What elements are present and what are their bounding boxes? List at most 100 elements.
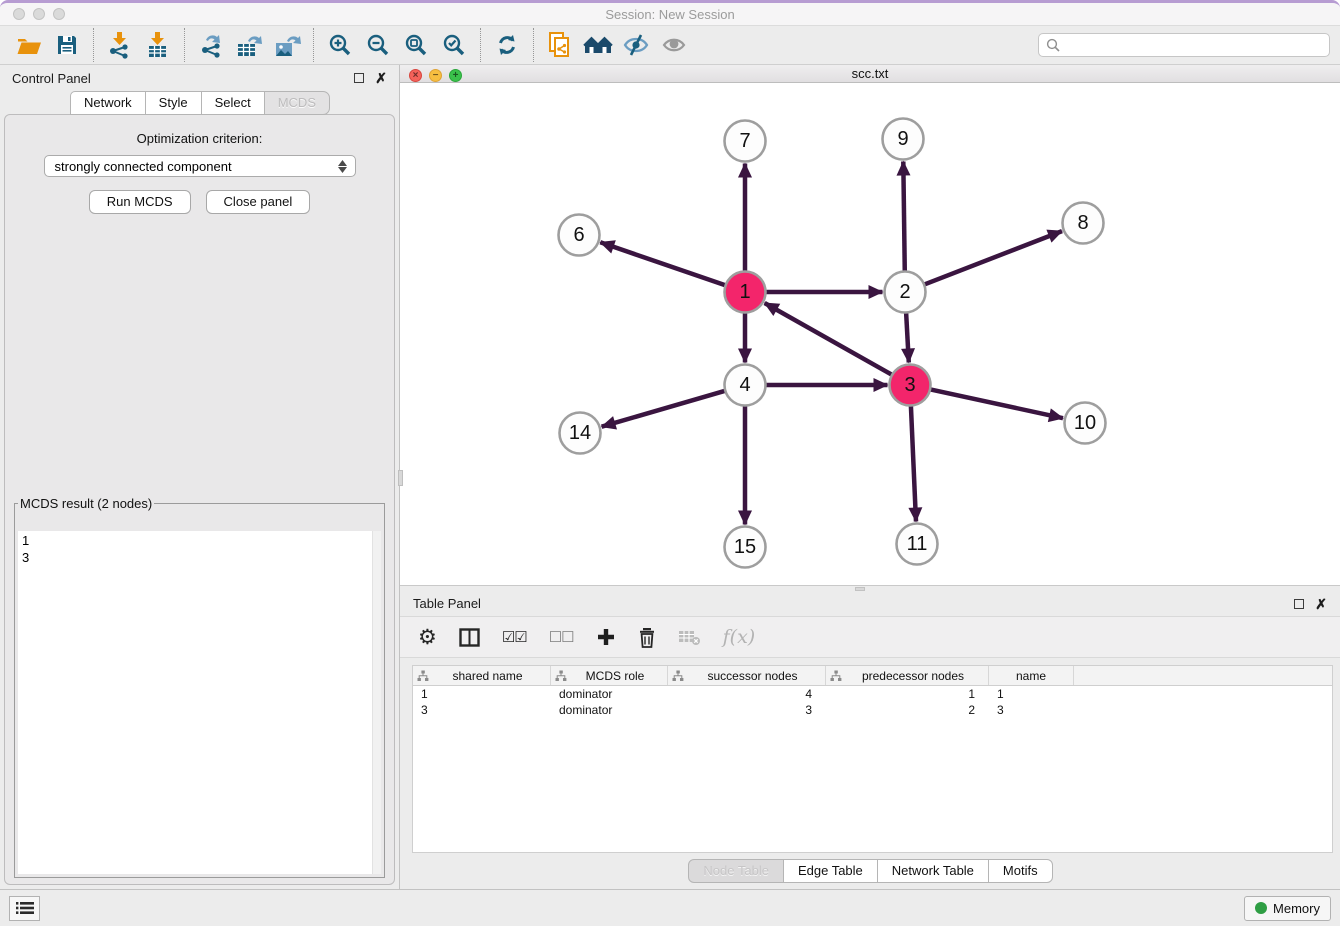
network-minimize-button[interactable]: − bbox=[429, 69, 442, 82]
graph-node-2[interactable]: 2 bbox=[885, 272, 926, 313]
graph-node-1[interactable]: 1 bbox=[725, 272, 766, 313]
graph-node-9[interactable]: 9 bbox=[883, 119, 924, 160]
close-panel-icon[interactable]: ✗ bbox=[375, 73, 387, 83]
network-close-button[interactable]: × bbox=[409, 69, 422, 82]
tab-mcds[interactable]: MCDS bbox=[264, 91, 330, 115]
column-header[interactable]: successor nodes bbox=[668, 666, 826, 685]
mcds-result-text[interactable]: 1 3 bbox=[18, 531, 381, 874]
zoom-out-button[interactable] bbox=[359, 28, 397, 62]
export-image-button[interactable] bbox=[268, 28, 306, 62]
memory-button[interactable]: Memory bbox=[1244, 896, 1331, 921]
apply-layout-button[interactable] bbox=[488, 28, 526, 62]
column-header[interactable]: predecessor nodes bbox=[826, 666, 989, 685]
criterion-dropdown[interactable]: strongly connected component bbox=[44, 155, 356, 177]
window-titlebar: Session: New Session bbox=[0, 3, 1340, 26]
edge-4-to-14[interactable] bbox=[602, 390, 728, 427]
zoom-fit-button[interactable] bbox=[397, 28, 435, 62]
select-all-button[interactable]: ☑☑ bbox=[502, 628, 527, 646]
graph-node-8[interactable]: 8 bbox=[1063, 203, 1104, 244]
function-builder-button[interactable]: f(x) bbox=[723, 626, 756, 648]
minimize-window-button[interactable] bbox=[33, 8, 45, 20]
search-field[interactable] bbox=[1038, 33, 1330, 57]
result-scrollbar[interactable] bbox=[372, 531, 381, 874]
table-row[interactable]: 1dominator411 bbox=[413, 686, 1332, 702]
horizontal-splitter-handle[interactable] bbox=[855, 587, 865, 591]
tab-motifs[interactable]: Motifs bbox=[988, 859, 1053, 883]
network-canvas[interactable]: 7 9 6 8 1 2 4 3 14 10 15 11 bbox=[400, 83, 1340, 585]
export-table-button[interactable] bbox=[230, 28, 268, 62]
network-graph[interactable]: 7 9 6 8 1 2 4 3 14 10 15 11 bbox=[400, 83, 1334, 580]
search-input[interactable] bbox=[1065, 37, 1322, 54]
node-label: 14 bbox=[569, 422, 591, 444]
add-column-button[interactable] bbox=[596, 627, 616, 647]
edge-3-to-11[interactable] bbox=[911, 404, 916, 522]
split-view-button[interactable] bbox=[459, 628, 480, 647]
edge-2-to-9[interactable] bbox=[903, 162, 905, 274]
graph-node-11[interactable]: 11 bbox=[897, 524, 938, 565]
horizontal-splitter[interactable] bbox=[400, 585, 1340, 591]
dropdown-stepper-icon bbox=[338, 160, 347, 173]
column-header[interactable]: name bbox=[989, 666, 1074, 685]
vertical-splitter-handle[interactable] bbox=[398, 470, 403, 486]
graph-node-7[interactable]: 7 bbox=[725, 121, 766, 162]
maximize-window-button[interactable] bbox=[53, 8, 65, 20]
table-panel-title: Table Panel bbox=[413, 596, 481, 611]
tab-network[interactable]: Network bbox=[70, 91, 146, 115]
task-history-button[interactable] bbox=[9, 896, 40, 921]
edge-3-to-10[interactable] bbox=[928, 389, 1063, 418]
graph-node-15[interactable]: 15 bbox=[725, 527, 766, 568]
edge-3-to-1[interactable] bbox=[765, 303, 894, 376]
edge-2-to-3[interactable] bbox=[906, 311, 909, 363]
tab-node-table[interactable]: Node Table bbox=[688, 859, 784, 883]
run-mcds-button[interactable]: Run MCDS bbox=[89, 190, 191, 214]
column-header[interactable]: shared name bbox=[413, 666, 551, 685]
column-header[interactable]: MCDS role bbox=[551, 666, 668, 685]
table-toolbar: ⚙ ☑☑ ☐☐ f(x) bbox=[400, 616, 1340, 658]
delete-table-button[interactable] bbox=[678, 629, 701, 646]
tab-style[interactable]: Style bbox=[145, 91, 202, 115]
right-area: × − + scc.txt 7968124314101511 Table Pan… bbox=[400, 65, 1340, 889]
table-cell: 1 bbox=[413, 686, 551, 702]
close-panel-button[interactable]: Close panel bbox=[206, 190, 311, 214]
home-button[interactable] bbox=[579, 28, 617, 62]
checked-boxes-icon: ☑☑ bbox=[502, 628, 527, 646]
table-cell: 2 bbox=[826, 702, 989, 718]
mcds-result-group: MCDS result (2 nodes) 1 3 bbox=[14, 496, 385, 878]
save-session-button[interactable] bbox=[48, 28, 86, 62]
export-network-button[interactable] bbox=[192, 28, 230, 62]
tab-network-table[interactable]: Network Table bbox=[877, 859, 989, 883]
close-table-panel-icon[interactable]: ✗ bbox=[1315, 599, 1327, 609]
zoom-in-button[interactable] bbox=[321, 28, 359, 62]
graph-node-3[interactable]: 3 bbox=[890, 365, 931, 406]
edge-1-to-6[interactable] bbox=[600, 242, 727, 286]
table-header-row: shared nameMCDS rolesuccessor nodesprede… bbox=[413, 666, 1332, 686]
import-network-button[interactable] bbox=[101, 28, 139, 62]
tab-edge-table[interactable]: Edge Table bbox=[783, 859, 878, 883]
clone-network-button[interactable] bbox=[541, 28, 579, 62]
table-row[interactable]: 3dominator323 bbox=[413, 702, 1332, 718]
tab-select[interactable]: Select bbox=[201, 91, 265, 115]
import-table-button[interactable] bbox=[139, 28, 177, 62]
deselect-all-button[interactable]: ☐☐ bbox=[549, 628, 574, 646]
show-panels-button[interactable] bbox=[655, 28, 693, 62]
close-window-button[interactable] bbox=[13, 8, 25, 20]
float-panel-icon[interactable] bbox=[354, 73, 364, 83]
graph-node-6[interactable]: 6 bbox=[559, 215, 600, 256]
zoom-in-icon bbox=[327, 32, 353, 58]
graph-node-14[interactable]: 14 bbox=[560, 413, 601, 454]
table-cell: 3 bbox=[668, 702, 826, 718]
open-session-button[interactable] bbox=[10, 28, 48, 62]
table-panel: Table Panel ✗ ⚙ ☑☑ ☐☐ bbox=[400, 591, 1340, 889]
edge-2-to-8[interactable] bbox=[922, 231, 1062, 285]
criterion-dropdown-value: strongly connected component bbox=[55, 159, 232, 174]
network-maximize-button[interactable]: + bbox=[449, 69, 462, 82]
window-title: Session: New Session bbox=[605, 7, 734, 22]
graph-node-4[interactable]: 4 bbox=[725, 365, 766, 406]
zoom-selected-button[interactable] bbox=[435, 28, 473, 62]
float-table-panel-icon[interactable] bbox=[1294, 599, 1304, 609]
hide-panels-button[interactable] bbox=[617, 28, 655, 62]
table-settings-button[interactable]: ⚙ bbox=[418, 627, 437, 648]
search-icon bbox=[1046, 38, 1060, 52]
delete-column-button[interactable] bbox=[638, 627, 656, 648]
graph-node-10[interactable]: 10 bbox=[1065, 403, 1106, 444]
